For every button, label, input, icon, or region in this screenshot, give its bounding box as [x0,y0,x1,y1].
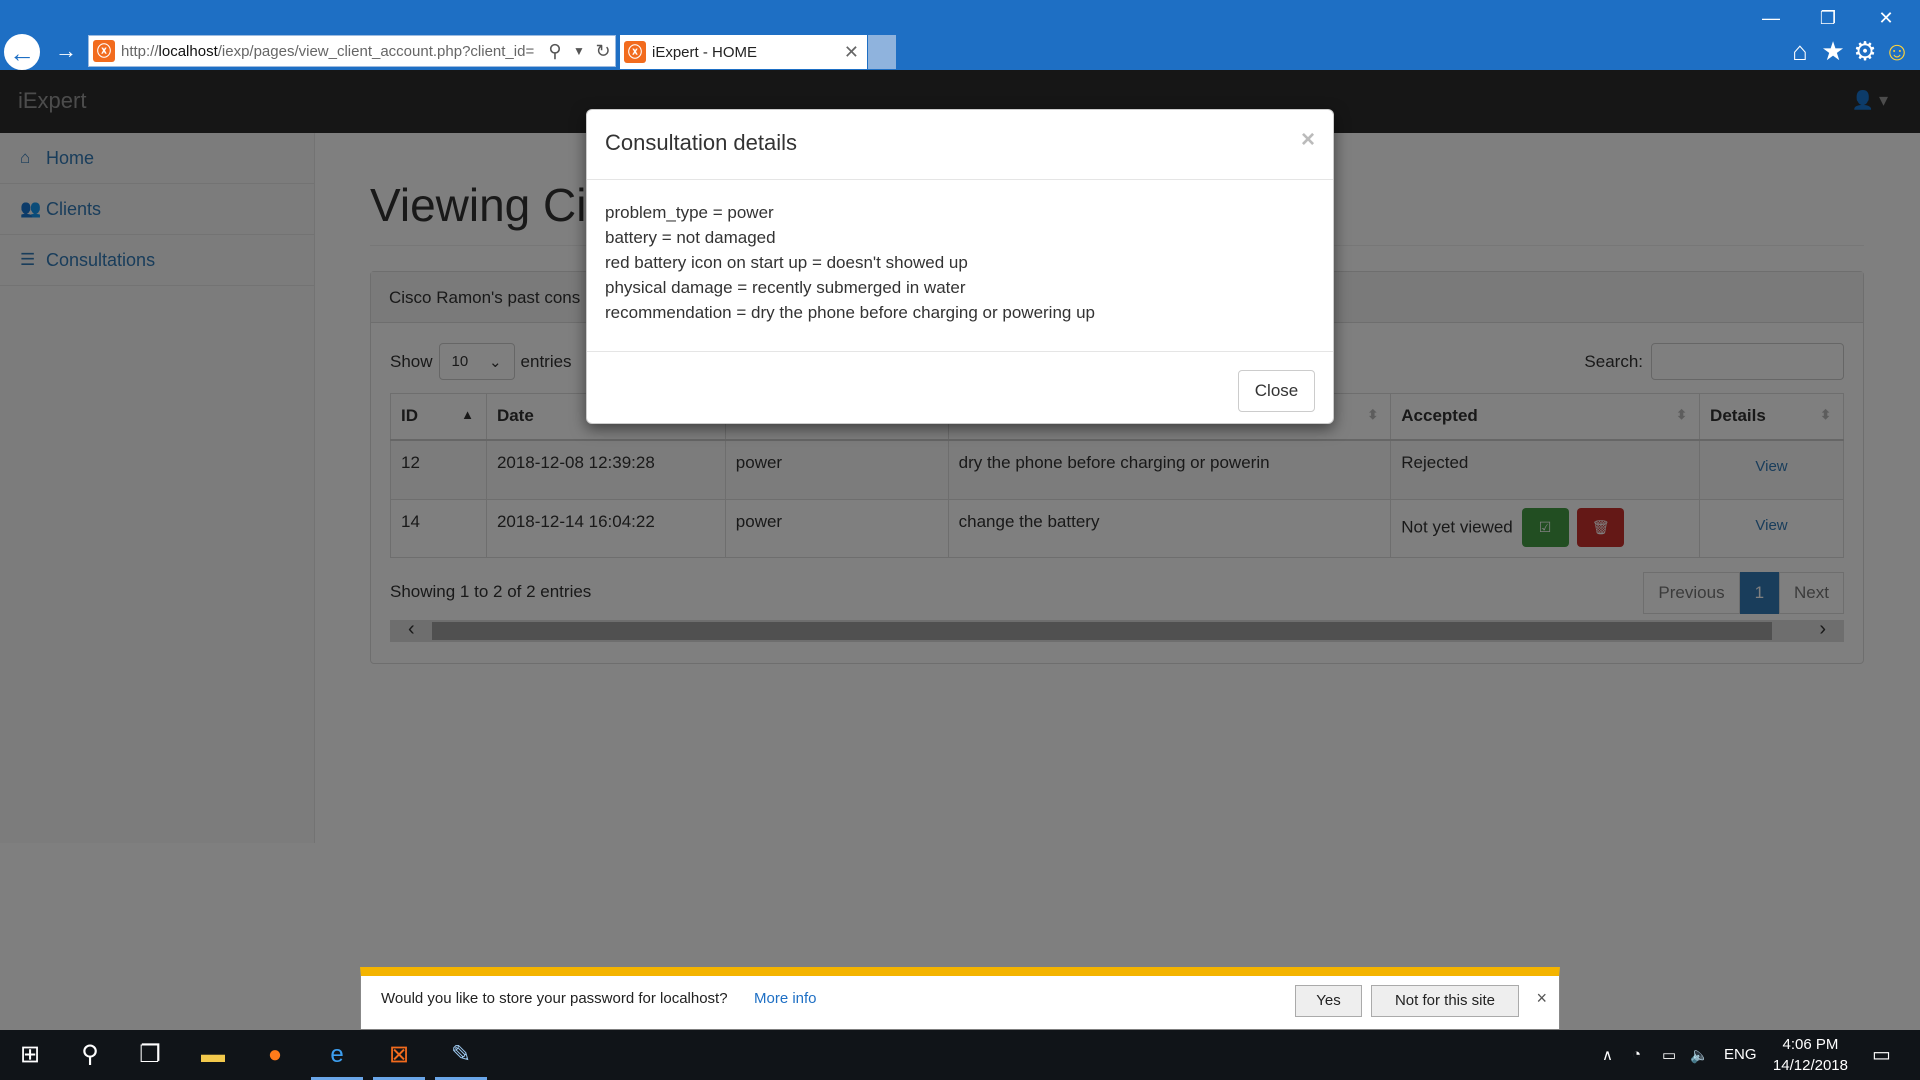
restore-icon[interactable]: ❐ [1806,2,1850,34]
home-toolbar-icon[interactable]: ⌂ [1785,36,1815,67]
not-for-this-site-button[interactable]: Not for this site [1371,985,1519,1017]
back-button[interactable]: ← [4,34,40,70]
feedback-smiley-icon[interactable]: ☺ [1882,36,1912,67]
save-password-bar: Would you like to store your password fo… [360,967,1560,1029]
wifi-icon[interactable]: ◔ [1632,1046,1641,1063]
refresh-icon[interactable]: ↻ [591,41,615,62]
taskbar: ⊞ ⚲ ❐ ▬ ● e ⊠ ✎ ∧ ◔ ▭ 🔈 ENG 4:06 PM 14/1… [0,1030,1920,1080]
address-bar[interactable]: ⓧ http://localhost/iexp/pages/view_clien… [88,35,616,67]
dropdown-arrow-icon[interactable]: ▼ [567,44,591,58]
more-info-link[interactable]: More info [754,990,817,1007]
modal-header: Consultation details × [587,110,1333,180]
clock-time: 4:06 PM [1782,1036,1839,1053]
window-close-icon[interactable]: ✕ [1864,2,1908,34]
xampp-icon[interactable]: ⊠ [369,1030,429,1080]
search-icon[interactable]: ⚲ [60,1030,120,1080]
windows-start-icon[interactable]: ⊞ [0,1030,60,1080]
clock-date: 14/12/2018 [1772,1057,1848,1074]
minimize-icon[interactable]: — [1749,2,1793,34]
settings-gear-icon[interactable]: ⚙ [1850,36,1880,67]
show-hidden-icons[interactable]: ∧ [1602,1046,1613,1064]
new-tab-button[interactable] [868,35,896,69]
url-text[interactable]: http://localhost/iexp/pages/view_client_… [121,43,543,60]
favorites-star-icon[interactable]: ★ [1818,36,1848,67]
xampp-favicon-icon: ⓧ [93,40,115,62]
password-prompt: Would you like to store your password fo… [381,990,728,1007]
clock[interactable]: 4:06 PM 14/12/2018 [1773,1034,1848,1076]
action-center-icon[interactable]: ▭ [1872,1042,1891,1067]
modal-title: Consultation details [605,130,798,155]
detail-line: red battery icon on start up = doesn't s… [605,253,968,272]
password-bar-close-icon[interactable]: × [1536,988,1547,1009]
task-view-icon[interactable]: ❐ [120,1030,180,1080]
modal-body: problem_type = power battery = not damag… [587,180,1333,352]
battery-icon[interactable]: ▭ [1662,1046,1676,1064]
xampp-tab-icon: ⓧ [624,41,646,63]
tab-close-icon[interactable]: ✕ [844,42,859,63]
detail-line: physical damage = recently submerged in … [605,278,966,297]
browser-tab[interactable]: ⓧ iExpert - HOME ✕ [620,35,867,69]
modal-footer: Close [587,352,1333,424]
yes-button[interactable]: Yes [1295,985,1362,1017]
browser-titlebar: ← → ⓧ http://localhost/iexp/pages/view_c… [0,0,1920,70]
detail-line: battery = not damaged [605,228,776,247]
close-button[interactable]: Close [1238,370,1315,412]
detail-line: recommendation = dry the phone before ch… [605,303,1096,322]
paint-icon[interactable]: ✎ [431,1030,491,1080]
search-icon[interactable]: ⚲ [543,41,567,62]
file-explorer-icon[interactable]: ▬ [183,1030,243,1080]
language-indicator[interactable]: ENG [1724,1046,1757,1063]
tab-title: iExpert - HOME [652,43,758,61]
forward-button[interactable]: → [50,36,82,68]
detail-line: problem_type = power [605,203,774,222]
firefox-icon[interactable]: ● [245,1030,305,1080]
internet-explorer-icon[interactable]: e [307,1030,367,1080]
volume-icon[interactable]: 🔈 [1690,1046,1709,1064]
consultation-details-modal: Consultation details × problem_type = po… [586,109,1334,424]
modal-close-icon[interactable]: × [1301,126,1315,154]
